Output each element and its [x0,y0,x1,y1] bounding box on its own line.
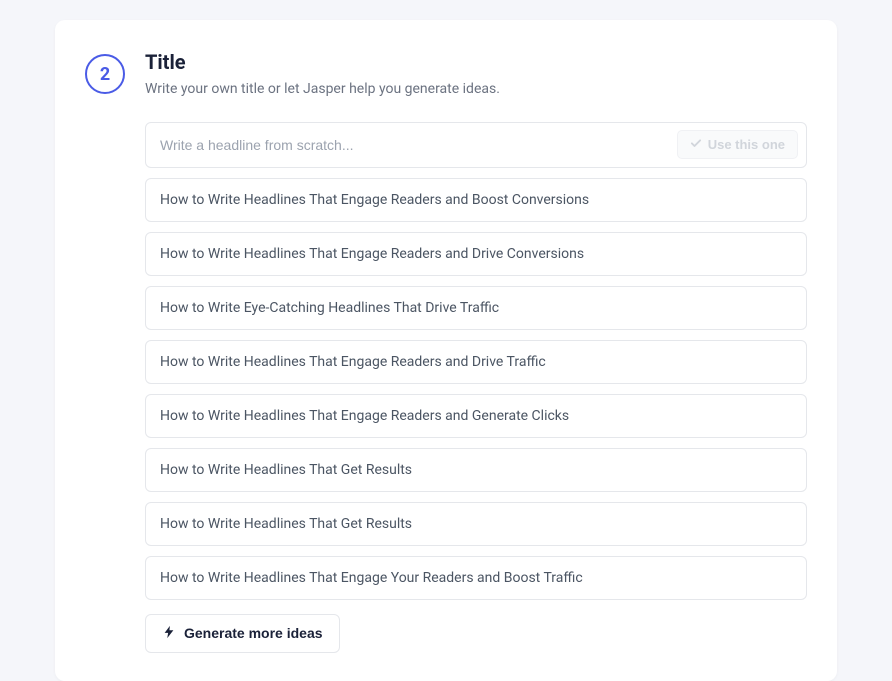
generate-button-label: Generate more ideas [184,625,323,641]
lightning-icon [162,625,176,642]
card-subtitle: Write your own title or let Jasper help … [145,80,807,100]
headline-suggestion[interactable]: How to Write Eye-Catching Headlines That… [145,286,807,330]
headline-suggestion[interactable]: How to Write Headlines That Engage Reade… [145,178,807,222]
generate-more-button[interactable]: Generate more ideas [145,614,340,653]
card-title: Title [145,50,807,74]
headline-input[interactable] [146,129,677,161]
use-button-label: Use this one [708,137,785,152]
headline-suggestion[interactable]: How to Write Headlines That Get Results [145,502,807,546]
headline-suggestion[interactable]: How to Write Headlines That Engage Reade… [145,340,807,384]
use-this-one-button[interactable]: Use this one [677,130,798,159]
headline-suggestion[interactable]: How to Write Headlines That Engage Your … [145,556,807,600]
step-number-badge: 2 [85,54,125,94]
suggestions-list: How to Write Headlines That Engage Reade… [145,178,807,600]
header-text: Title Write your own title or let Jasper… [145,50,807,100]
card-content: Use this one How to Write Headlines That… [145,122,807,653]
headline-suggestion[interactable]: How to Write Headlines That Engage Reade… [145,394,807,438]
check-icon [690,137,702,152]
step-number: 2 [100,64,110,85]
title-step-card: 2 Title Write your own title or let Jasp… [55,20,837,681]
headline-suggestion[interactable]: How to Write Headlines That Engage Reade… [145,232,807,276]
card-header: 2 Title Write your own title or let Jasp… [85,50,807,100]
headline-input-row: Use this one [145,122,807,168]
headline-suggestion[interactable]: How to Write Headlines That Get Results [145,448,807,492]
